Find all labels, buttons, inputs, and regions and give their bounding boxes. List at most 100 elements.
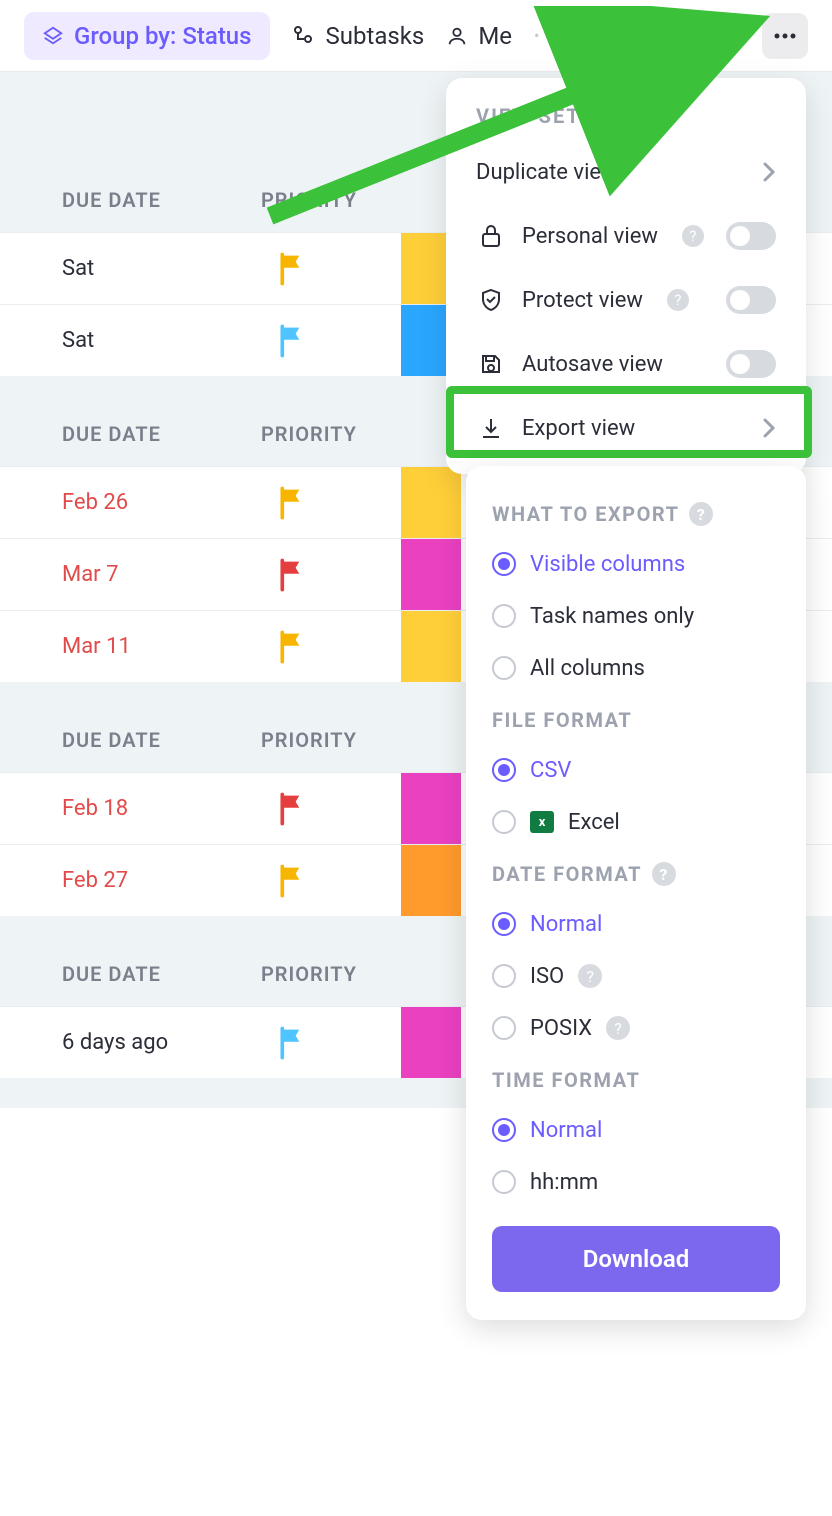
radio-label: ISO (530, 964, 564, 989)
export-view-item[interactable]: Export view (446, 396, 806, 460)
show-label: Show (657, 22, 716, 50)
duplicate-view-item[interactable]: Duplicate view (446, 140, 806, 204)
section-title-text: WHAT TO EXPORT (492, 502, 679, 526)
radio-option[interactable]: All columns (492, 642, 780, 694)
status-cell[interactable] (401, 773, 461, 844)
download-button[interactable]: Download (492, 1226, 780, 1292)
radio-button[interactable] (492, 1016, 516, 1040)
due-date-cell[interactable]: Feb 18 (62, 796, 232, 821)
help-icon[interactable]: ? (606, 1016, 630, 1040)
toggle-switch[interactable] (726, 286, 776, 314)
due-date-cell[interactable]: Feb 26 (62, 490, 232, 515)
radio-label: Normal (530, 912, 602, 937)
priority-cell[interactable] (232, 864, 352, 898)
group-by-pill[interactable]: Group by: Status (24, 12, 270, 60)
priority-cell[interactable] (232, 558, 352, 592)
section-title: WHAT TO EXPORT ? (492, 502, 780, 526)
column-header-priority: PRIORITY (261, 188, 357, 212)
radio-option[interactable]: Task names only (492, 590, 780, 642)
section-title: DATE FORMAT ? (492, 862, 780, 886)
column-header-priority: PRIORITY (261, 728, 357, 752)
chevron-right-icon (762, 162, 776, 182)
due-date-cell[interactable]: Feb 27 (62, 868, 232, 893)
priority-cell[interactable] (232, 630, 352, 664)
chevron-right-icon (762, 418, 776, 438)
export-options-panel: WHAT TO EXPORT ? Visible columns Task na… (466, 466, 806, 1320)
radio-button[interactable] (492, 964, 516, 988)
menu-label: Duplicate view (476, 160, 618, 185)
protect-view-item[interactable]: Protect view ? (446, 268, 806, 332)
personal-view-item[interactable]: Personal view ? (446, 204, 806, 268)
priority-cell[interactable] (232, 252, 352, 286)
column-header-due-date: DUE DATE (62, 728, 161, 752)
radio-button[interactable] (492, 656, 516, 680)
due-date-cell[interactable]: Mar 11 (62, 634, 232, 659)
radio-button[interactable] (492, 1170, 516, 1194)
radio-option[interactable]: Normal (492, 1104, 780, 1156)
people-icon (561, 25, 587, 47)
radio-label: CSV (530, 758, 571, 783)
status-cell[interactable] (401, 467, 461, 538)
flag-icon (277, 630, 307, 664)
due-date-cell[interactable]: Sat (62, 328, 232, 353)
radio-button[interactable] (492, 810, 516, 834)
radio-option[interactable]: x Excel (492, 796, 780, 848)
view-settings-panel: VIEW SETTINGS Duplicate view Personal vi… (446, 78, 806, 474)
section-title: FILE FORMAT (492, 708, 780, 732)
radio-option[interactable]: POSIX ? (492, 1002, 780, 1054)
priority-cell[interactable] (232, 486, 352, 520)
subtasks-button[interactable]: Subtasks (292, 22, 425, 50)
flag-icon (277, 486, 307, 520)
help-icon[interactable]: ? (682, 225, 704, 247)
section-title: TIME FORMAT (492, 1068, 780, 1092)
section-title-text: FILE FORMAT (492, 708, 632, 732)
download-icon (476, 417, 506, 439)
assignees-button[interactable] (561, 25, 587, 47)
priority-cell[interactable] (232, 792, 352, 826)
radio-button[interactable] (492, 604, 516, 628)
radio-button[interactable] (492, 758, 516, 782)
column-header-due-date: DUE DATE (62, 422, 161, 446)
layers-icon (42, 25, 64, 47)
menu-label: Autosave view (522, 352, 663, 377)
status-cell[interactable] (401, 539, 461, 610)
radio-option[interactable]: ISO ? (492, 950, 780, 1002)
radio-option[interactable]: CSV (492, 744, 780, 796)
excel-icon: x (530, 811, 554, 833)
autosave-view-item[interactable]: Autosave view (446, 332, 806, 396)
help-icon[interactable]: ? (667, 289, 689, 311)
column-header-due-date: DUE DATE (62, 188, 161, 212)
help-icon[interactable]: ? (689, 502, 713, 526)
radio-label: POSIX (530, 1016, 592, 1041)
help-icon[interactable]: ? (578, 964, 602, 988)
section-title-text: DATE FORMAT (492, 862, 642, 886)
priority-cell[interactable] (232, 1026, 352, 1060)
radio-button[interactable] (492, 552, 516, 576)
status-cell[interactable] (401, 845, 461, 916)
me-label: Me (478, 22, 512, 50)
save-icon (476, 353, 506, 375)
toggle-switch[interactable] (726, 222, 776, 250)
person-icon (446, 25, 468, 47)
status-cell[interactable] (401, 611, 461, 682)
column-header-due-date: DUE DATE (62, 962, 161, 986)
radio-option[interactable]: Normal (492, 898, 780, 950)
radio-option[interactable]: hh:mm (492, 1156, 780, 1208)
more-options-button[interactable] (762, 13, 808, 59)
radio-button[interactable] (492, 1118, 516, 1142)
me-filter-button[interactable]: Me (446, 22, 512, 50)
flag-icon (277, 558, 307, 592)
due-date-cell[interactable]: 6 days ago (62, 1030, 232, 1055)
status-cell[interactable] (401, 1007, 461, 1078)
due-date-cell[interactable]: Mar 7 (62, 562, 232, 587)
due-date-cell[interactable]: Sat (62, 256, 232, 281)
shield-icon (476, 288, 506, 312)
priority-cell[interactable] (232, 324, 352, 358)
toggle-switch[interactable] (726, 350, 776, 378)
menu-label: Export view (522, 416, 635, 441)
show-button[interactable]: Show (621, 22, 716, 50)
help-icon[interactable]: ? (652, 862, 676, 886)
radio-button[interactable] (492, 912, 516, 936)
radio-option[interactable]: Visible columns (492, 538, 780, 590)
radio-label: Visible columns (530, 552, 685, 577)
